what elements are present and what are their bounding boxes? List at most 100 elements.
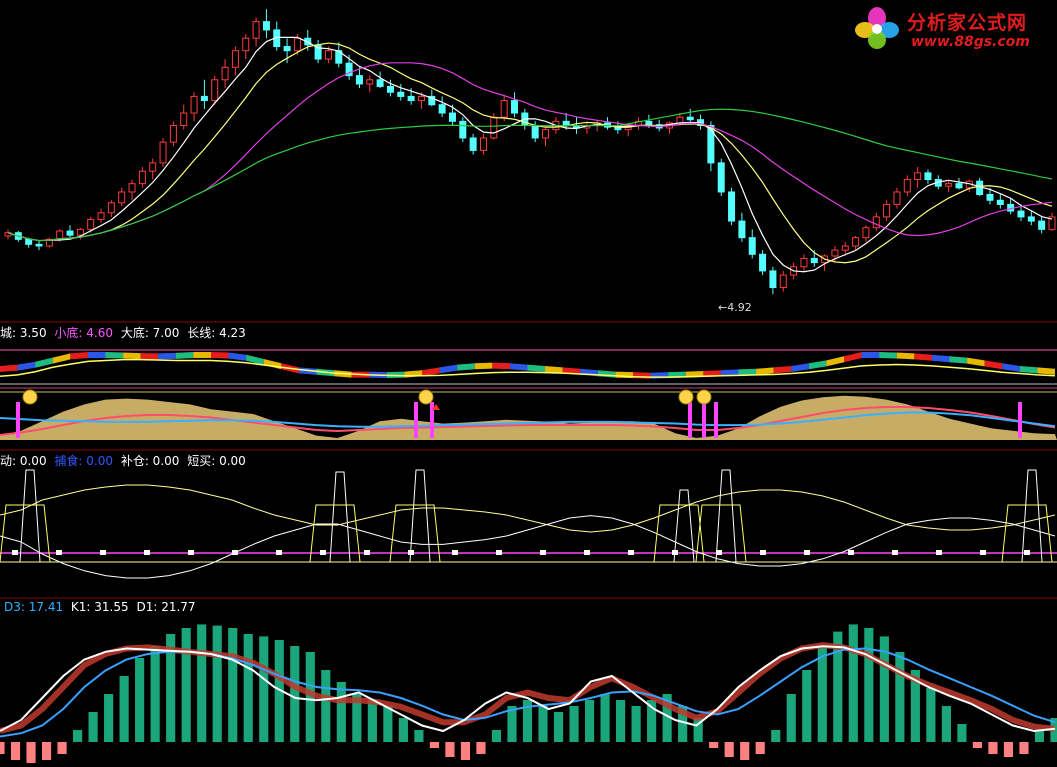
candle-body: [190, 95, 198, 114]
band-segment: [826, 356, 844, 367]
candle-body: [397, 91, 405, 97]
candle-body: [221, 66, 229, 81]
candle-body: [252, 21, 260, 39]
candle-body: [200, 95, 208, 102]
marker-dot: [936, 550, 942, 555]
candle-body: [97, 212, 105, 220]
histogram-bar: [72, 730, 83, 742]
candle-body: [386, 85, 394, 93]
band-segment: [474, 362, 493, 370]
marker-dot: [276, 550, 282, 555]
candle-body: [107, 202, 115, 214]
histogram-bar: [988, 742, 998, 754]
histogram-bar: [321, 670, 331, 742]
histogram-bar: [631, 706, 641, 742]
signal-bar: [430, 402, 434, 438]
marker-dot: [232, 550, 238, 555]
candle-body: [231, 50, 239, 68]
band-segment: [211, 352, 229, 359]
signal-bar: [702, 402, 706, 438]
band-segment: [35, 357, 53, 368]
band-segment: [931, 354, 950, 363]
band-segment: [756, 367, 774, 375]
histogram-bar: [259, 636, 269, 742]
histogram-bar: [584, 700, 595, 742]
candle-body: [945, 183, 953, 187]
legend-item: 小底: 4.60: [54, 326, 113, 340]
histogram-bar: [88, 712, 98, 742]
band-segment: [844, 352, 862, 363]
histogram-bar: [569, 706, 579, 742]
panel1-legend: 城: 3.50 小底: 4.60 大底: 7.00 长线: 4.23: [0, 324, 250, 341]
spike-line: [329, 471, 351, 563]
candle-body: [211, 79, 219, 102]
candle-body: [914, 172, 922, 181]
marker-dot: [496, 550, 502, 555]
marker-dot: [12, 550, 18, 555]
candle-body: [717, 162, 725, 193]
candle-body: [728, 191, 736, 222]
candle-body: [448, 112, 456, 122]
histogram-bar: [383, 706, 393, 742]
candle-body: [376, 79, 384, 87]
histogram-bar: [771, 730, 781, 742]
histogram-bar: [957, 724, 967, 742]
candle-body: [469, 137, 477, 151]
marker-dot: [100, 550, 106, 555]
spike-line: [1021, 469, 1043, 563]
candle-body: [355, 75, 363, 85]
smiley-icon: [418, 389, 434, 405]
histogram-bar: [786, 694, 796, 742]
candle-body: [180, 112, 188, 126]
legend-item: D3: 17.41: [4, 600, 64, 614]
band-segment: [457, 363, 475, 371]
smiley-icon: [678, 389, 694, 405]
panel2-legend: 动: 0.00 捕食: 0.00 补仓: 0.00 短买: 0.00: [0, 452, 250, 469]
candle-body: [417, 95, 425, 102]
candle-body: [324, 50, 332, 60]
band-segment: [896, 352, 915, 360]
candle-body: [76, 228, 84, 236]
histogram-bar: [709, 742, 719, 748]
chart-canvas: [0, 9, 1057, 763]
chart-screen: 分析家公式网 www.88gs.com ←4.92 城: 3.50 小底: 4.…: [0, 0, 1057, 767]
band-segment: [263, 359, 282, 370]
histogram-bar: [212, 625, 222, 742]
signal-bar: [1018, 402, 1022, 438]
band-segment: [70, 352, 88, 360]
histogram-bar: [429, 742, 439, 748]
legend-item: K1: 31.55: [70, 600, 129, 614]
moving-average-line: [7, 108, 1053, 242]
candle-body: [903, 179, 911, 193]
candle-body: [955, 183, 963, 189]
candle-body: [366, 79, 374, 85]
band-segment: [105, 352, 124, 359]
band-segment: [509, 363, 528, 371]
band-segment: [1037, 367, 1055, 375]
mountain-area: [0, 395, 1057, 440]
candle-body: [66, 230, 74, 236]
histogram-bar: [616, 700, 626, 742]
histogram-bar: [243, 634, 253, 742]
smiley-icon: [22, 389, 38, 405]
histogram-bar: [926, 688, 936, 742]
marker-dot: [56, 550, 62, 555]
histogram-bar: [398, 718, 408, 742]
candle-body: [707, 124, 715, 164]
candle-body: [893, 191, 901, 205]
histogram-bar: [41, 742, 52, 760]
histogram-bar: [755, 742, 765, 754]
histogram-bar: [538, 706, 548, 742]
histogram-bar: [10, 742, 21, 760]
candle-body: [759, 253, 767, 272]
band-segment: [140, 353, 159, 360]
histogram-bar: [26, 742, 36, 763]
site-watermark: 分析家公式网 www.88gs.com: [849, 4, 1049, 54]
legend-item: 捕食: 0.00: [54, 454, 113, 468]
legend-item: 短买: 0.00: [187, 454, 246, 468]
band-segment: [439, 364, 458, 374]
band-segment: [597, 370, 616, 378]
band-segment: [808, 360, 827, 370]
histogram-bar: [181, 628, 191, 742]
panel3-legend: D3: 17.41 K1: 31.55 D1: 21.77: [4, 600, 200, 614]
